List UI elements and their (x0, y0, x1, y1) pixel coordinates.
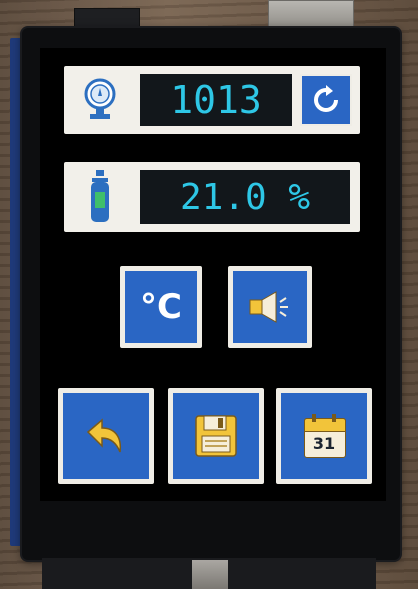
oxygen-cylinder-icon (88, 170, 112, 224)
screen: 1013 21.0 % °C 31 (40, 48, 386, 501)
save-button[interactable] (168, 388, 264, 484)
back-button-face (63, 393, 149, 479)
celsius-button[interactable]: °C (120, 266, 202, 348)
speaker-icon (249, 291, 288, 323)
oxygen-readout: 21.0 % (140, 170, 350, 224)
celsius-button-face: °C (125, 271, 197, 343)
oxygen-panel: 21.0 % (64, 162, 360, 232)
back-arrow-icon (86, 418, 122, 453)
sound-button-face (233, 271, 307, 343)
pressure-value: 1013 (170, 78, 262, 122)
floppy-disk-icon (195, 415, 237, 457)
calendar-icon: 31 (302, 414, 346, 458)
refresh-button[interactable] (300, 74, 352, 126)
pressure-readout: 1013 (140, 74, 292, 126)
bottom-metal-pin (192, 560, 228, 589)
save-button-face (173, 393, 259, 479)
celsius-label: °C (140, 287, 182, 327)
refresh-icon (314, 85, 338, 112)
pressure-gauge-icon (78, 76, 122, 124)
pressure-panel: 1013 (64, 66, 360, 134)
calendar-button-face: 31 (281, 393, 367, 479)
sound-button[interactable] (228, 266, 312, 348)
oxygen-value: 21.0 % (179, 176, 311, 218)
calendar-button[interactable]: 31 (276, 388, 372, 484)
calendar-day: 31 (312, 434, 336, 453)
back-button[interactable] (58, 388, 154, 484)
